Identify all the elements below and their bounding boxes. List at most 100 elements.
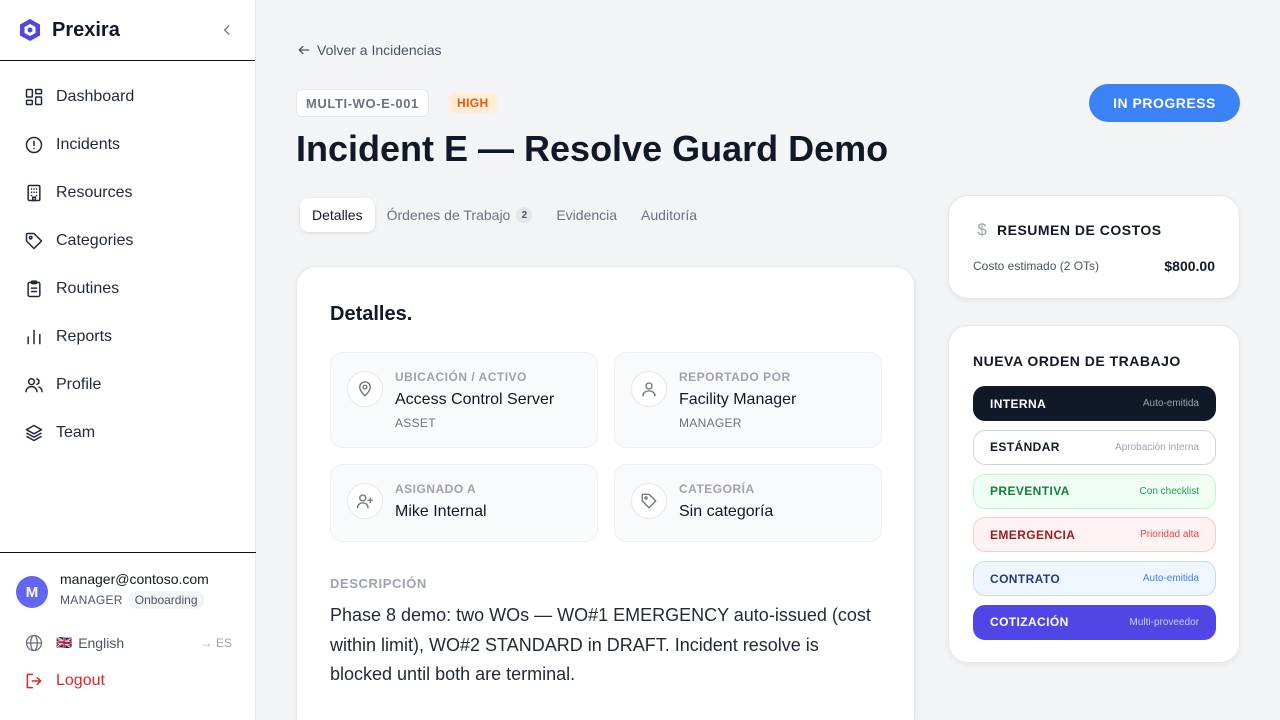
- tab-details[interactable]: Detalles: [300, 198, 375, 232]
- user-role: MANAGER: [60, 593, 123, 607]
- main-content: Volver a Incidencias MULTI-WO-E-001 HIGH…: [257, 0, 1280, 720]
- work-order-type-name: EMERGENCIA: [990, 527, 1076, 542]
- language-switcher[interactable]: 🇬🇧 English → ES: [0, 633, 256, 653]
- field-value: Access Control Server: [395, 391, 555, 408]
- location-field: UBICACIÓN / ACTIVO Access Control Server…: [330, 352, 598, 448]
- users-icon: [24, 375, 44, 395]
- details-card: Detalles. UBICACIÓN / ACTIVO Access Cont…: [296, 266, 915, 720]
- sidebar-item-team[interactable]: Team: [0, 409, 255, 457]
- tab-label: Evidencia: [556, 207, 618, 223]
- user-info: manager@contoso.com MANAGER Onboarding: [60, 571, 209, 609]
- tag-icon: [631, 483, 667, 519]
- work-order-type-name: COTIZACIÓN: [990, 615, 1069, 630]
- cost-summary-header: $ RESUMEN DE COSTOS: [973, 220, 1162, 240]
- tab-work-orders[interactable]: Órdenes de Trabajo 2: [375, 198, 545, 232]
- field-value: Sin categoría: [679, 503, 774, 520]
- field-value: Mike Internal: [395, 503, 487, 520]
- work-order-type-desc: Prioridad alta: [1140, 529, 1199, 541]
- user-plus-icon: [347, 483, 383, 519]
- work-order-type-desc: Aprobación interna: [1115, 441, 1199, 453]
- incident-code-badge: MULTI-WO-E-001: [296, 89, 429, 117]
- work-order-type-contrato[interactable]: CONTRATO Auto-emitida: [973, 561, 1216, 597]
- chevron-left-icon: [224, 25, 230, 35]
- brand-name: Prexira: [52, 18, 120, 41]
- sidebar-item-dashboard[interactable]: Dashboard: [0, 73, 255, 121]
- logout-button[interactable]: Logout: [0, 671, 256, 691]
- sidebar-item-label: Resources: [56, 184, 133, 201]
- user-email: manager@contoso.com: [60, 571, 209, 587]
- field-subvalue: MANAGER: [679, 416, 742, 430]
- tab-label: Auditoría: [641, 207, 698, 223]
- back-link-label: Volver a Incidencias: [317, 42, 442, 58]
- description-text: Phase 8 demo: two WOs — WO#1 EMERGENCY a…: [330, 605, 871, 684]
- building-icon: [24, 183, 44, 203]
- bar-chart-icon: [24, 327, 44, 347]
- new-work-order-title: NUEVA ORDEN DE TRABAJO: [973, 353, 1181, 369]
- new-work-order-card: NUEVA ORDEN DE TRABAJO INTERNA Auto-emit…: [948, 325, 1240, 663]
- tab-evidence[interactable]: Evidencia: [544, 198, 629, 232]
- cost-summary-card: $ RESUMEN DE COSTOS Costo estimado (2 OT…: [948, 195, 1240, 299]
- work-order-type-name: CONTRATO: [990, 571, 1061, 586]
- tag-icon: [24, 231, 44, 251]
- sidebar: Prexira Dashboard Incidents Resources Ca…: [0, 0, 256, 720]
- alert-circle-icon: [24, 135, 44, 155]
- field-subvalue: ASSET: [395, 416, 436, 430]
- field-label: ASIGNADO A: [395, 482, 477, 496]
- sidebar-item-profile[interactable]: Profile: [0, 361, 255, 409]
- map-pin-icon: [347, 371, 383, 407]
- tab-label: Detalles: [312, 207, 363, 223]
- user-icon: [631, 371, 667, 407]
- sidebar-nav: Dashboard Incidents Resources Categories…: [0, 61, 255, 457]
- sidebar-item-incidents[interactable]: Incidents: [0, 121, 255, 169]
- work-order-type-interna[interactable]: INTERNA Auto-emitida: [973, 386, 1216, 421]
- category-field: CATEGORÍA Sin categoría: [614, 464, 882, 542]
- work-order-type-name: INTERNA: [990, 396, 1047, 411]
- sidebar-item-resources[interactable]: Resources: [0, 169, 255, 217]
- work-order-type-estandar[interactable]: ESTÁNDAR Aprobación interna: [973, 429, 1216, 465]
- cost-summary-title: RESUMEN DE COSTOS: [997, 222, 1162, 238]
- arrow-left-icon: [297, 43, 311, 57]
- avatar: M: [16, 576, 48, 608]
- work-order-type-emergencia[interactable]: EMERGENCIA Prioridad alta: [973, 517, 1216, 553]
- priority-badge: HIGH: [449, 93, 497, 113]
- language-label: English: [78, 635, 125, 651]
- field-label: UBICACIÓN / ACTIVO: [395, 370, 527, 384]
- field-label: CATEGORÍA: [679, 482, 755, 496]
- collapse-sidebar-button[interactable]: [217, 20, 237, 40]
- tab-count-badge: 2: [516, 207, 533, 223]
- tab-label: Órdenes de Trabajo: [386, 207, 511, 223]
- estimated-cost-value: $800.00: [1164, 258, 1215, 274]
- globe-icon: [24, 633, 44, 653]
- sidebar-item-reports[interactable]: Reports: [0, 313, 255, 361]
- sidebar-item-label: Routines: [56, 280, 120, 297]
- sidebar-item-routines[interactable]: Routines: [0, 265, 255, 313]
- status-button[interactable]: IN PROGRESS: [1089, 84, 1240, 122]
- user-profile[interactable]: M manager@contoso.com MANAGER Onboarding: [0, 553, 256, 609]
- user-meta: MANAGER Onboarding: [60, 591, 209, 609]
- work-order-type-desc: Multi-proveedor: [1129, 616, 1199, 628]
- work-order-type-list: INTERNA Auto-emitida ESTÁNDAR Aprobación…: [973, 386, 1216, 649]
- dashboard-icon: [24, 87, 44, 107]
- reporter-field: REPORTADO POR Facility Manager MANAGER: [614, 352, 882, 448]
- language-switch-target[interactable]: → ES: [201, 636, 232, 650]
- status-badge: Onboarding: [128, 591, 204, 609]
- work-order-type-cotizacion[interactable]: COTIZACIÓN Multi-proveedor: [973, 604, 1216, 640]
- back-to-incidents-link[interactable]: Volver a Incidencias: [297, 42, 442, 58]
- brand-header: Prexira: [0, 0, 255, 61]
- prexira-logo-icon[interactable]: [18, 18, 42, 42]
- tab-audit[interactable]: Auditoría: [629, 198, 709, 232]
- page-title: Incident E — Resolve Guard Demo: [296, 128, 889, 169]
- sidebar-item-categories[interactable]: Categories: [0, 217, 255, 265]
- assignee-field: ASIGNADO A Mike Internal: [330, 464, 598, 542]
- details-title: Detalles.: [330, 303, 413, 325]
- sidebar-item-label: Profile: [56, 376, 102, 393]
- field-value: Facility Manager: [679, 391, 797, 408]
- logout-icon: [24, 671, 44, 691]
- sidebar-item-label: Incidents: [56, 136, 121, 153]
- work-order-type-preventiva[interactable]: PREVENTIVA Con checklist: [973, 473, 1216, 509]
- tab-bar: Detalles Órdenes de Trabajo 2 Evidencia …: [296, 196, 709, 234]
- uk-flag-icon: 🇬🇧: [56, 635, 73, 650]
- layers-icon: [24, 423, 44, 443]
- dollar-icon: $: [977, 220, 987, 239]
- work-order-type-name: ESTÁNDAR: [990, 440, 1060, 455]
